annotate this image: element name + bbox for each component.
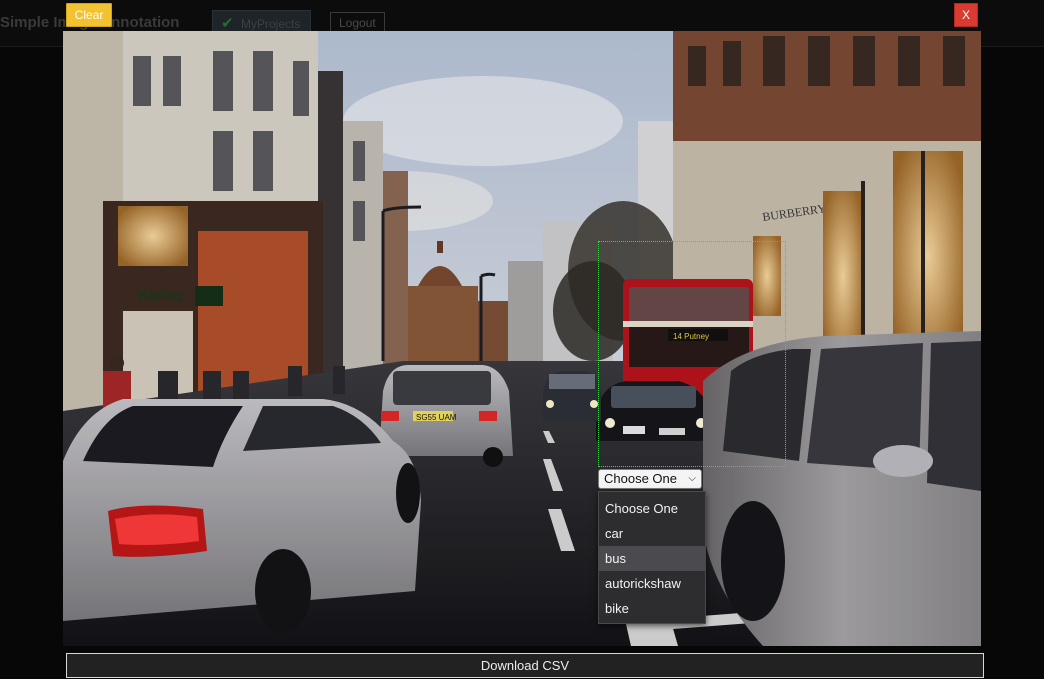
label-select[interactable]: Choose One ⌵	[598, 469, 702, 489]
dropdown-option-bike[interactable]: bike	[599, 596, 705, 621]
nav-my-projects-label: MyProjects	[241, 17, 301, 31]
chevron-down-icon: ⌵	[688, 473, 696, 484]
dropdown-option-choose-one[interactable]: Choose One	[599, 496, 705, 521]
download-csv-button[interactable]: Download CSV	[66, 653, 984, 678]
dropdown-option-car[interactable]: car	[599, 521, 705, 546]
dropdown-option-bus[interactable]: bus	[599, 546, 705, 571]
label-dropdown-list: Choose One car bus autorickshaw bike	[598, 491, 706, 624]
clear-button[interactable]: Clear	[66, 3, 112, 27]
annotation-bounding-box[interactable]	[598, 241, 786, 467]
close-button[interactable]: X	[954, 3, 978, 27]
label-select-value: Choose One	[604, 471, 677, 486]
annotation-page: Simple Image Annotation ✔ MyProjects Log…	[0, 0, 1044, 679]
annotation-image[interactable]: Kipling BURBERRY 14 Putney SG55 UAM	[63, 31, 981, 646]
dropdown-option-autorickshaw[interactable]: autorickshaw	[599, 571, 705, 596]
